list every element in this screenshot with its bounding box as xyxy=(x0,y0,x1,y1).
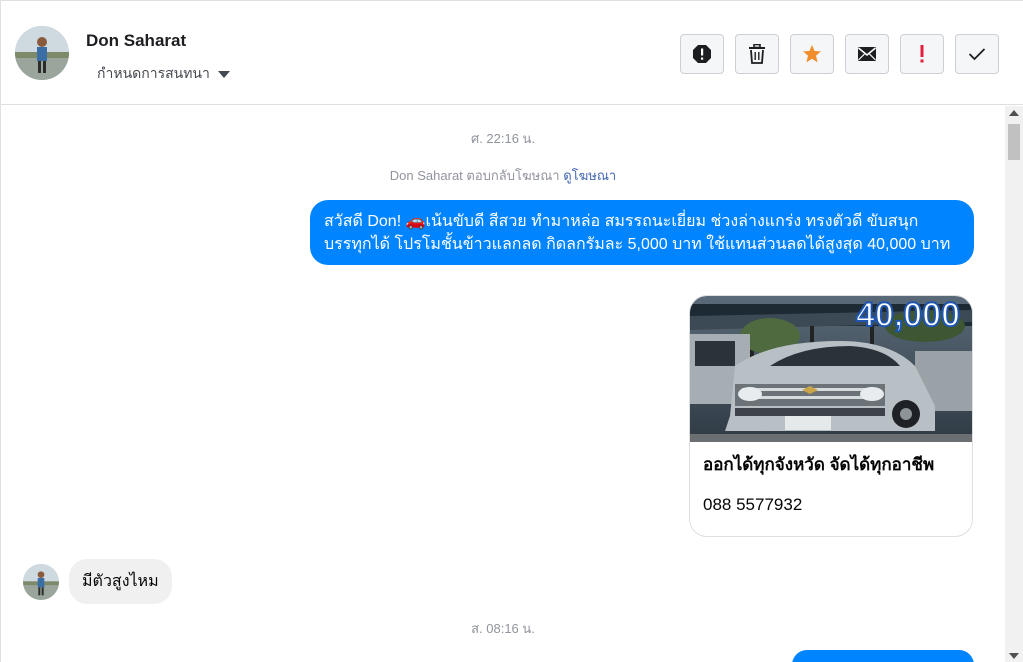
scroll-thumb[interactable] xyxy=(1008,124,1020,160)
timestamp: ส. 08:16 น. xyxy=(471,621,535,636)
scroll-down-arrow-icon[interactable] xyxy=(1009,653,1019,659)
ad-card[interactable]: 40,000 ออกได้ทุกจังหวัด จัดได้ทุกอาชีพ 0… xyxy=(689,295,973,537)
mark-done-button[interactable] xyxy=(955,34,999,74)
ad-image-badge: 40,000 xyxy=(856,296,960,334)
mark-unread-button[interactable] xyxy=(845,34,889,74)
view-ad-link[interactable]: ดูโฆษณา xyxy=(563,168,616,183)
contact-name: Don Saharat xyxy=(86,31,187,50)
delete-button[interactable] xyxy=(735,34,779,74)
assign-conversation-dropdown[interactable]: กำหนดการสนทนา xyxy=(97,63,230,85)
assign-label: กำหนดการสนทนา xyxy=(97,65,210,81)
ad-card-title: ออกได้ทุกจังหวัด จัดได้ทุกอาชีพ xyxy=(703,455,935,474)
action-toolbar xyxy=(680,34,999,74)
star-icon xyxy=(803,45,821,63)
incoming-message-row: มีตัวสูงไหม xyxy=(23,559,172,604)
check-icon xyxy=(968,48,986,61)
outgoing-message[interactable] xyxy=(792,650,974,662)
avatar[interactable] xyxy=(23,563,59,600)
ad-card-phone: 088 5577932 xyxy=(703,495,803,514)
ad-reply-notice: Don Saharat ตอบกลับโฆษณา ดูโฆษณา xyxy=(1,165,1005,186)
envelope-icon xyxy=(857,47,877,61)
star-button[interactable] xyxy=(790,34,834,74)
incoming-message[interactable]: มีตัวสูงไหม xyxy=(69,559,172,604)
spam-button[interactable] xyxy=(680,34,724,74)
follow-up-button[interactable] xyxy=(900,34,944,74)
message-thread[interactable]: ศ. 22:16 น. Don Saharat ตอบกลับโฆษณา ดูโ… xyxy=(1,106,1005,662)
scroll-up-arrow-icon[interactable] xyxy=(1009,110,1019,116)
trash-icon xyxy=(749,44,765,64)
timestamp: ศ. 22:16 น. xyxy=(470,131,536,146)
spam-icon xyxy=(693,45,711,63)
outgoing-message[interactable]: สวัสดี Don! 🚗เน้นขับดี สีสวย ทำมาหล่อ สม… xyxy=(310,200,974,265)
messenger-window: Don Saharat กำหนดการสนทนา ศ. 22:16 น. Do… xyxy=(0,0,1023,662)
conversation-header: Don Saharat กำหนดการสนทนา xyxy=(1,1,1023,105)
exclamation-icon xyxy=(920,45,924,63)
ad-reply-text: Don Saharat ตอบกลับโฆษณา xyxy=(389,168,560,183)
ad-car-image[interactable]: 40,000 xyxy=(690,296,972,442)
avatar[interactable] xyxy=(15,26,69,80)
caret-down-icon xyxy=(217,70,230,78)
vertical-scrollbar[interactable] xyxy=(1005,106,1023,662)
